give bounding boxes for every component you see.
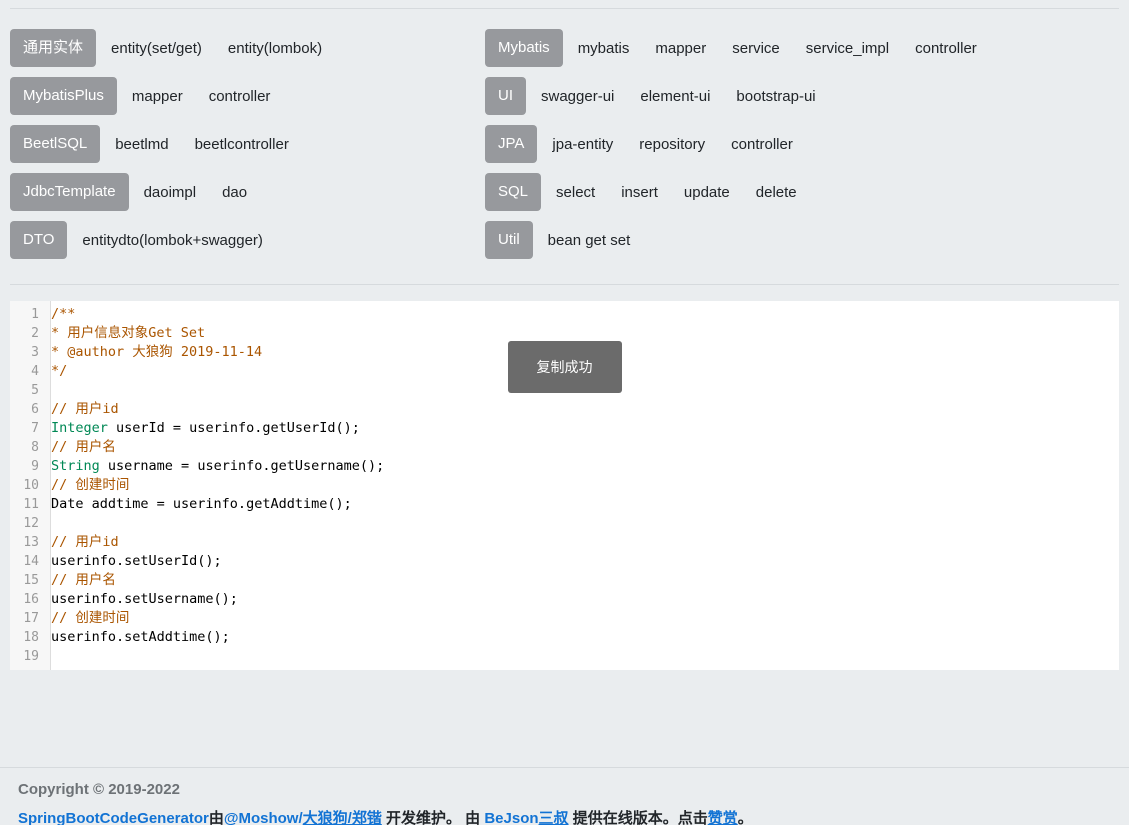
group-label-dto[interactable]: DTO <box>10 221 67 259</box>
group-label-ui[interactable]: UI <box>485 77 526 115</box>
group-row-mybatisplus: MybatisPlus mapper controller <box>10 77 485 115</box>
group-row-common-entity: 通用实体 entity(set/get) entity(lombok) <box>10 29 485 67</box>
group-row-ui: UI swagger-ui element-ui bootstrap-ui <box>485 77 1119 115</box>
group-label-beetlsql[interactable]: BeetlSQL <box>10 125 100 163</box>
panel-right-column: Mybatis mybatis mapper service service_i… <box>485 29 1119 269</box>
panel-left-column: 通用实体 entity(set/get) entity(lombok) Myba… <box>10 29 485 269</box>
link-bootstrap-ui[interactable]: bootstrap-ui <box>736 88 815 105</box>
page: 通用实体 entity(set/get) entity(lombok) Myba… <box>0 8 1129 670</box>
link-bean-get-set[interactable]: bean get set <box>548 232 631 249</box>
moshow-link[interactable]: @Moshow/ <box>224 810 303 825</box>
springbootcodegenerator-link[interactable]: SpringBootCodeGenerator <box>18 810 209 825</box>
group-label-jdbctemplate[interactable]: JdbcTemplate <box>10 173 129 211</box>
link-entitydto-lombok-swagger[interactable]: entitydto(lombok+swagger) <box>82 232 263 249</box>
footer-text-by: 由 <box>209 810 224 825</box>
group-label-util[interactable]: Util <box>485 221 533 259</box>
link-swagger-ui[interactable]: swagger-ui <box>541 88 614 105</box>
code-editor[interactable]: 1/**2* 用户信息对象Get Set3* @author 大狼狗 2019-… <box>10 301 1119 670</box>
group-row-sql: SQL select insert update delete <box>485 173 1119 211</box>
group-label-jpa[interactable]: JPA <box>485 125 537 163</box>
link-mybatisplus-mapper[interactable]: mapper <box>132 88 183 105</box>
bejson-link[interactable]: BeJson <box>484 810 538 825</box>
sanshu-link[interactable]: 三叔 <box>539 810 569 825</box>
group-label-sql[interactable]: SQL <box>485 173 541 211</box>
link-mybatis-service[interactable]: service <box>732 40 780 57</box>
group-label-common-entity[interactable]: 通用实体 <box>10 29 96 67</box>
footer: Copyright © 2019-2022 SpringBootCodeGene… <box>0 768 1129 825</box>
copyright-text: Copyright © 2019-2022 <box>18 781 1111 798</box>
link-mybatis[interactable]: mybatis <box>578 40 630 57</box>
group-row-jpa: JPA jpa-entity repository controller <box>485 125 1119 163</box>
footer-text-provide: 提供在线版本。点击 <box>569 810 708 825</box>
copy-success-toast: 复制成功 <box>508 341 622 393</box>
footer-credits: SpringBootCodeGenerator由@Moshow/大狼狗/郑锴 开… <box>18 807 1111 825</box>
group-label-mybatis[interactable]: Mybatis <box>485 29 563 67</box>
link-entity-set-get[interactable]: entity(set/get) <box>111 40 202 57</box>
link-sql-select[interactable]: select <box>556 184 595 201</box>
top-divider <box>10 8 1119 9</box>
footer-text-maintain: 开发维护。 由 <box>382 810 485 825</box>
dalanggou-zhengkai-link[interactable]: 大狼狗/郑锴 <box>303 810 382 825</box>
link-jpa-controller[interactable]: controller <box>731 136 793 153</box>
link-jpa-entity[interactable]: jpa-entity <box>552 136 613 153</box>
link-daoimpl[interactable]: daoimpl <box>144 184 197 201</box>
link-element-ui[interactable]: element-ui <box>640 88 710 105</box>
generator-button-panel: 通用实体 entity(set/get) entity(lombok) Myba… <box>10 29 1119 269</box>
group-label-mybatisplus[interactable]: MybatisPlus <box>10 77 117 115</box>
link-sql-update[interactable]: update <box>684 184 730 201</box>
link-jpa-repository[interactable]: repository <box>639 136 705 153</box>
group-row-mybatis: Mybatis mybatis mapper service service_i… <box>485 29 1119 67</box>
link-dao[interactable]: dao <box>222 184 247 201</box>
link-mybatis-mapper[interactable]: mapper <box>655 40 706 57</box>
group-row-beetlsql: BeetlSQL beetlmd beetlcontroller <box>10 125 485 163</box>
link-mybatis-controller[interactable]: controller <box>915 40 977 57</box>
donate-link[interactable]: 赞赏 <box>708 810 738 825</box>
link-beetlmd[interactable]: beetlmd <box>115 136 168 153</box>
group-row-dto: DTO entitydto(lombok+swagger) <box>10 221 485 259</box>
link-mybatis-service-impl[interactable]: service_impl <box>806 40 889 57</box>
link-sql-insert[interactable]: insert <box>621 184 658 201</box>
link-mybatisplus-controller[interactable]: controller <box>209 88 271 105</box>
panel-code-divider <box>10 284 1119 285</box>
link-beetlcontroller[interactable]: beetlcontroller <box>195 136 289 153</box>
footer-text-period: 。 <box>738 810 753 825</box>
link-sql-delete[interactable]: delete <box>756 184 797 201</box>
group-row-jdbctemplate: JdbcTemplate daoimpl dao <box>10 173 485 211</box>
group-row-util: Util bean get set <box>485 221 1119 259</box>
link-entity-lombok[interactable]: entity(lombok) <box>228 40 322 57</box>
